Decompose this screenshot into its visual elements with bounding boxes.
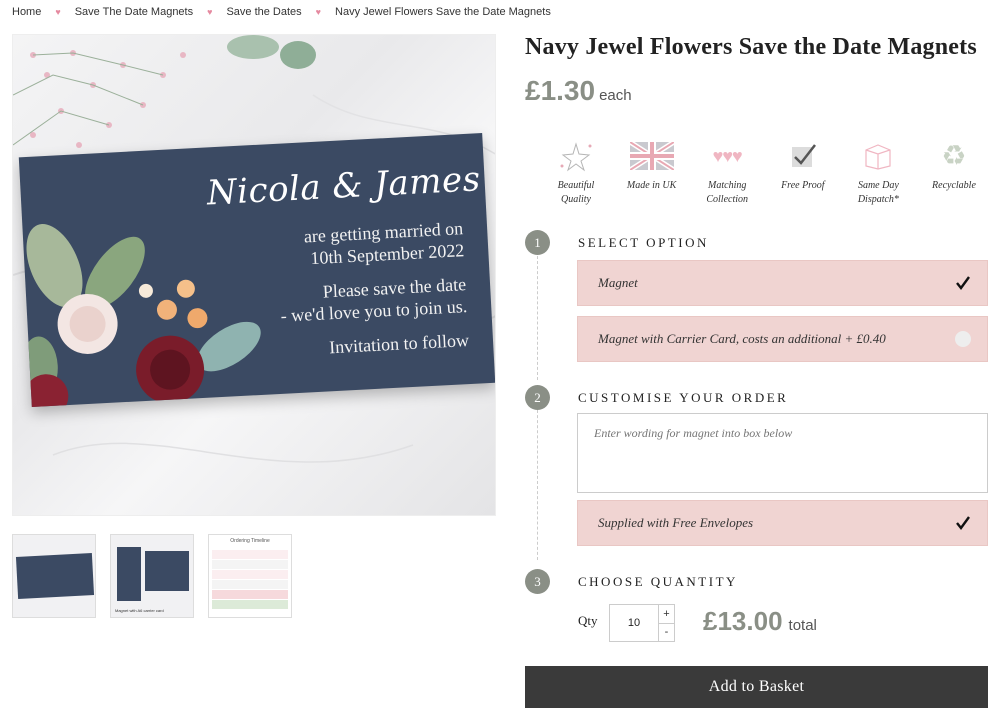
- box-icon: [847, 139, 909, 173]
- timeline-row: [212, 570, 288, 579]
- timeline-row: [212, 580, 288, 589]
- recycle-icon: ♻: [941, 141, 967, 172]
- quantity-steppers: + -: [658, 605, 674, 641]
- product-main-image[interactable]: Nicola & James are getting married on 10…: [12, 34, 496, 516]
- option-label: Magnet: [598, 275, 638, 290]
- option-magnet[interactable]: Magnet: [577, 260, 988, 306]
- quantity-decrement-button[interactable]: -: [659, 622, 674, 642]
- price-row: £1.30 each: [525, 75, 988, 107]
- checkmark-icon: [955, 275, 971, 291]
- heart-separator-icon: ♥: [207, 7, 213, 17]
- feature-label: Same Day Dispatch*: [857, 180, 899, 205]
- thumbnail-title: Ordering Timeline: [230, 538, 270, 544]
- total-price: £13.00: [703, 606, 783, 636]
- hearts-icon: ♥♥♥: [712, 145, 743, 166]
- sparkle-star-icon: [545, 139, 607, 173]
- feature-same-day-dispatch: Same Day Dispatch*: [847, 139, 909, 207]
- feature-label: Made in UK: [626, 180, 677, 191]
- thumbnail-3[interactable]: Ordering Timeline: [208, 534, 292, 618]
- total-price-suffix: total: [788, 617, 817, 634]
- unit-price: £1.30: [525, 75, 596, 106]
- save-the-date-card-preview: Nicola & James are getting married on 10…: [18, 133, 495, 407]
- union-flag-icon: [621, 139, 683, 173]
- step-number: 3: [525, 569, 550, 594]
- thumbnail-strip: Magnet with A6 carrier card Ordering Tim…: [12, 534, 292, 618]
- feature-recyclable: ♻ Recyclable: [923, 139, 985, 207]
- step-connector: [537, 410, 538, 560]
- timeline-row: [212, 560, 288, 569]
- breadcrumb-save-the-date-magnets-link[interactable]: Save The Date Magnets: [75, 6, 193, 18]
- heart-separator-icon: ♥: [315, 7, 322, 17]
- feature-list: Beautiful Quality Made in UK ♥♥♥ Matchin…: [545, 139, 985, 207]
- option-label: Supplied with Free Envelopes: [598, 515, 754, 530]
- breadcrumb: Home ♥ Save The Date Magnets ♥ Save the …: [12, 4, 551, 20]
- step-number: 1: [525, 230, 550, 255]
- quantity-increment-button[interactable]: +: [659, 605, 674, 623]
- breadcrumb-home-link[interactable]: Home: [12, 6, 41, 18]
- unit-price-suffix: each: [599, 87, 632, 104]
- feature-free-proof: Free Proof: [772, 139, 834, 207]
- timeline-row: [212, 550, 288, 559]
- step-choose-quantity: 3 CHOOSE QUANTITY: [525, 569, 738, 594]
- quantity-input[interactable]: [610, 605, 658, 641]
- product-title: Navy Jewel Flowers Save the Date Magnets: [525, 34, 977, 60]
- step-title: SELECT OPTION: [578, 234, 709, 250]
- feature-label: Beautiful Quality: [557, 180, 595, 205]
- checkmark-icon: [772, 139, 834, 173]
- thumbnail-1[interactable]: [12, 534, 96, 618]
- wording-input[interactable]: [577, 413, 988, 493]
- feature-matching-collection: ♥♥♥ Matching Collection: [696, 139, 758, 207]
- step-title: CHOOSE QUANTITY: [578, 573, 738, 589]
- option-magnet-with-carrier-card[interactable]: Magnet with Carrier Card, costs an addit…: [577, 316, 988, 362]
- heart-separator-icon: ♥: [55, 7, 61, 17]
- product-details: Navy Jewel Flowers Save the Date Magnets…: [525, 34, 988, 708]
- step-select-option: 1 SELECT OPTION: [525, 230, 709, 255]
- breadcrumb-save-the-dates-link[interactable]: Save the Dates: [226, 6, 301, 18]
- step-customise-order: 2 CUSTOMISE YOUR ORDER: [525, 385, 788, 410]
- step-connector: [537, 256, 538, 380]
- option-free-envelopes[interactable]: Supplied with Free Envelopes: [577, 500, 988, 546]
- feature-beautiful-quality: Beautiful Quality: [545, 139, 607, 207]
- option-label: Magnet with Carrier Card, costs an addit…: [598, 331, 886, 346]
- checkmark-icon: [955, 515, 971, 531]
- thumb-carrier-graphic: [117, 547, 141, 601]
- breadcrumb-current: Navy Jewel Flowers Save the Date Magnets: [335, 6, 551, 18]
- feature-label: Free Proof: [781, 180, 825, 191]
- feature-label: Matching Collection: [706, 180, 749, 205]
- timeline-row: [212, 600, 288, 609]
- total-row: £13.00 total: [703, 606, 817, 637]
- radio-unchecked-icon: [955, 331, 971, 347]
- timeline-row: [212, 590, 288, 599]
- thumbnail-2[interactable]: Magnet with A6 carrier card: [110, 534, 194, 618]
- add-to-basket-button[interactable]: Add to Basket: [525, 666, 988, 708]
- quantity-stepper: + -: [609, 604, 675, 642]
- thumb-card-graphic: [15, 553, 95, 599]
- step-number: 2: [525, 385, 550, 410]
- quantity-label: Qty: [578, 613, 598, 628]
- thumb-magnet-graphic: [145, 551, 189, 591]
- feature-made-in-uk: Made in UK: [621, 139, 683, 207]
- thumbnail-caption: Magnet with A6 carrier card: [115, 608, 164, 613]
- step-title: CUSTOMISE YOUR ORDER: [578, 389, 789, 405]
- feature-label: Recyclable: [932, 180, 976, 191]
